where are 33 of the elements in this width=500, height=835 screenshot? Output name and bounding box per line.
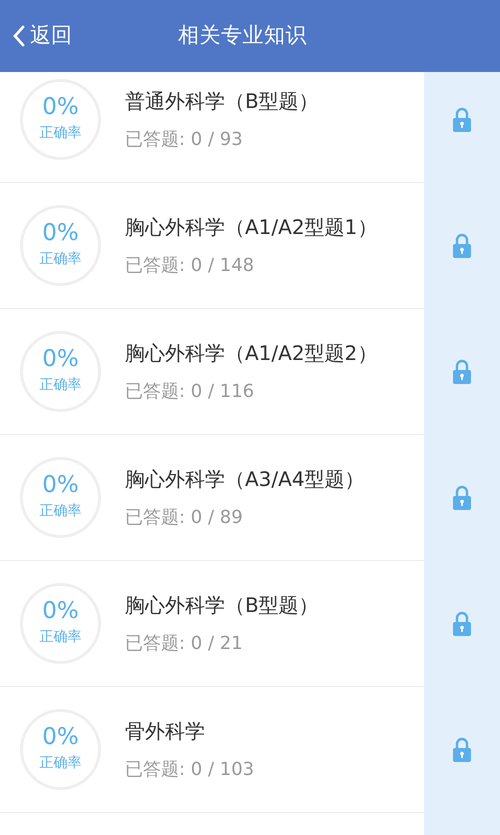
answered-count: 已答题: 0 / 116	[125, 380, 256, 404]
accuracy-label: 正确率	[40, 754, 82, 772]
back-icon	[12, 24, 26, 48]
answered-count: 已答题: 0 / 21	[125, 632, 244, 656]
item-title: 胸心外科学（A1/A2型题1）	[125, 214, 378, 241]
answered-count: 已答题: 0 / 89	[125, 506, 244, 530]
accuracy-percent: 0%	[42, 96, 79, 118]
accuracy-percent: 0%	[42, 726, 79, 748]
accuracy-percent: 0%	[42, 474, 79, 496]
answered-count: 已答题: 0 / 148	[125, 254, 256, 278]
accuracy-label: 正确率	[40, 502, 82, 520]
page-title: 相关专业知识	[178, 22, 308, 50]
item-title: 胸心外科学（A3/A4型题）	[125, 466, 365, 493]
accuracy-label: 正确率	[40, 628, 82, 646]
accuracy-percent: 0%	[42, 222, 79, 244]
accuracy-percent: 0%	[42, 600, 79, 622]
answered-count: 已答题: 0 / 103	[125, 758, 254, 782]
answered-count: 已答题: 0 / 93	[125, 128, 244, 152]
lock-icon[interactable]	[452, 485, 472, 511]
accuracy-label: 正确率	[40, 124, 82, 142]
item-title: 普通外科学（B型题）	[125, 88, 319, 115]
item-title: 胸心外科学（B型题）	[125, 592, 319, 619]
lock-icon[interactable]	[452, 233, 472, 259]
accuracy-label: 正确率	[40, 376, 82, 394]
accuracy-label: 正确率	[40, 250, 82, 268]
item-title: 胸心外科学（A1/A2型题2）	[125, 340, 378, 367]
lock-icon[interactable]	[452, 359, 472, 385]
lock-icon[interactable]	[452, 611, 472, 637]
item-title: 骨外科学	[125, 718, 206, 745]
back-button[interactable]: 返回	[0, 20, 72, 52]
lock-icon[interactable]	[452, 737, 472, 763]
accuracy-percent: 0%	[42, 348, 79, 370]
lock-icon[interactable]	[452, 107, 472, 133]
